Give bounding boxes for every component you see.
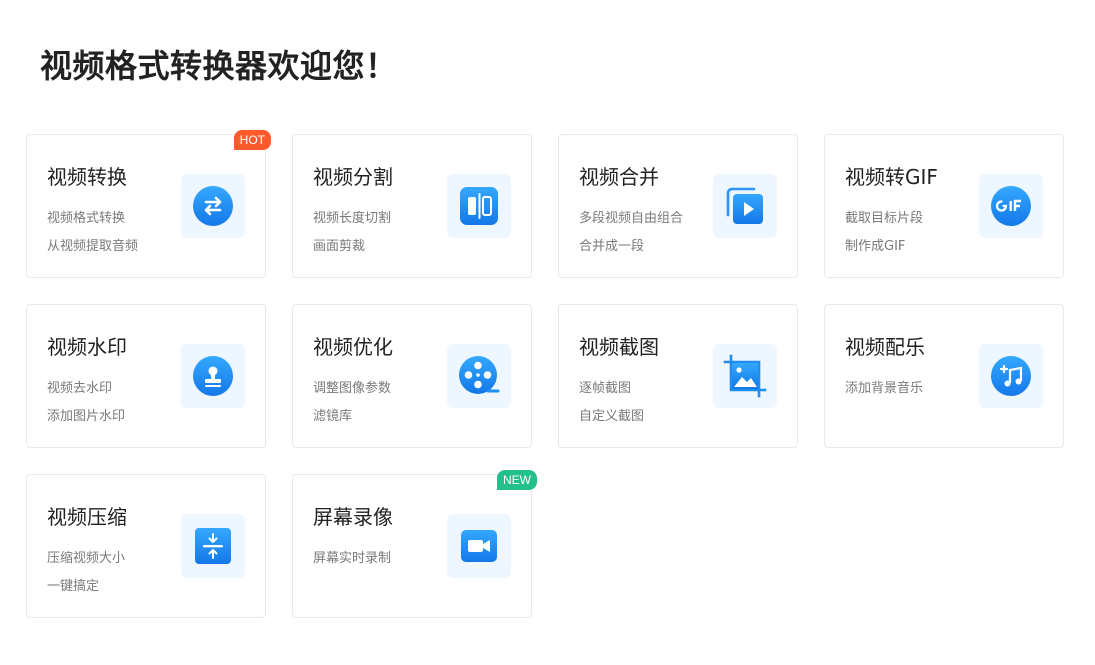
card-screen-record[interactable]: NEW 屏幕录像 屏幕实时录制 — [292, 470, 537, 618]
card-video-compress[interactable]: 视频压缩 压缩视频大小 一键搞定 — [26, 474, 266, 618]
page-title: 视频格式转换器欢迎您！ — [40, 47, 398, 85]
card-desc: 屏幕实时录制 — [313, 551, 392, 566]
swap-icon — [181, 174, 245, 238]
card-video-convert[interactable]: HOT 视频转换 视频格式转换 从视频提取音频 — [26, 130, 271, 278]
gif-icon — [979, 174, 1043, 238]
card-desc: 视频长度切割 — [313, 211, 392, 226]
stamp-icon — [181, 344, 245, 408]
card-title: 视频截图 — [579, 335, 659, 359]
card-video-merge[interactable]: 视频合并 多段视频自由组合 合并成一段 — [558, 134, 798, 278]
card-desc: 自定义截图 — [579, 409, 645, 424]
card-desc: 视频格式转换 — [47, 211, 126, 226]
card-video-watermark[interactable]: 视频水印 视频去水印 添加图片水印 — [26, 304, 266, 448]
crop-image-icon — [713, 344, 777, 408]
split-icon — [447, 174, 511, 238]
card-video-optimize[interactable]: 视频优化 调整图像参数 滤镜库 — [292, 304, 532, 448]
card-title: 视频配乐 — [845, 335, 925, 359]
card-title: 视频合并 — [579, 165, 659, 189]
card-desc: 视频去水印 — [47, 381, 113, 396]
feature-grid: HOT 视频转换 视频格式转换 从视频提取音频 视频分割 视频长度切割 画面剪裁 — [26, 130, 1064, 618]
card-desc: 压缩视频大小 — [47, 551, 126, 566]
card-desc: 滤镜库 — [313, 409, 353, 424]
card-desc: 制作成GIF — [845, 239, 906, 254]
merge-play-icon — [713, 174, 777, 238]
card-desc: 调整图像参数 — [313, 381, 392, 396]
card-title: 视频转GIF — [845, 165, 938, 189]
card-title: 视频转换 — [47, 165, 127, 189]
card-title: 视频优化 — [313, 335, 393, 359]
card-title: 视频分割 — [313, 165, 393, 189]
card-title: 视频压缩 — [47, 505, 127, 529]
card-desc: 截取目标片段 — [845, 211, 924, 226]
card-video-to-gif[interactable]: 视频转GIF 截取目标片段 制作成GIF — [824, 134, 1064, 278]
card-desc: 添加背景音乐 — [845, 381, 924, 396]
camera-icon — [447, 514, 511, 578]
card-video-split[interactable]: 视频分割 视频长度切割 画面剪裁 — [292, 134, 532, 278]
card-desc: 合并成一段 — [579, 239, 645, 254]
card-title: 屏幕录像 — [313, 505, 393, 529]
compress-icon — [181, 514, 245, 578]
card-desc: 多段视频自由组合 — [579, 211, 684, 226]
hot-badge: HOT — [233, 130, 271, 150]
card-desc: 一键搞定 — [47, 579, 100, 594]
card-desc: 逐帧截图 — [579, 381, 632, 396]
card-video-music[interactable]: 视频配乐 添加背景音乐 — [824, 304, 1064, 448]
card-desc: 从视频提取音频 — [47, 239, 139, 254]
card-desc: 添加图片水印 — [47, 409, 126, 424]
card-title: 视频水印 — [47, 335, 127, 359]
music-add-icon — [979, 344, 1043, 408]
film-reel-icon — [447, 344, 511, 408]
card-desc: 画面剪裁 — [313, 239, 366, 254]
new-badge: NEW — [497, 470, 537, 490]
card-video-screenshot[interactable]: 视频截图 逐帧截图 自定义截图 — [558, 304, 798, 448]
